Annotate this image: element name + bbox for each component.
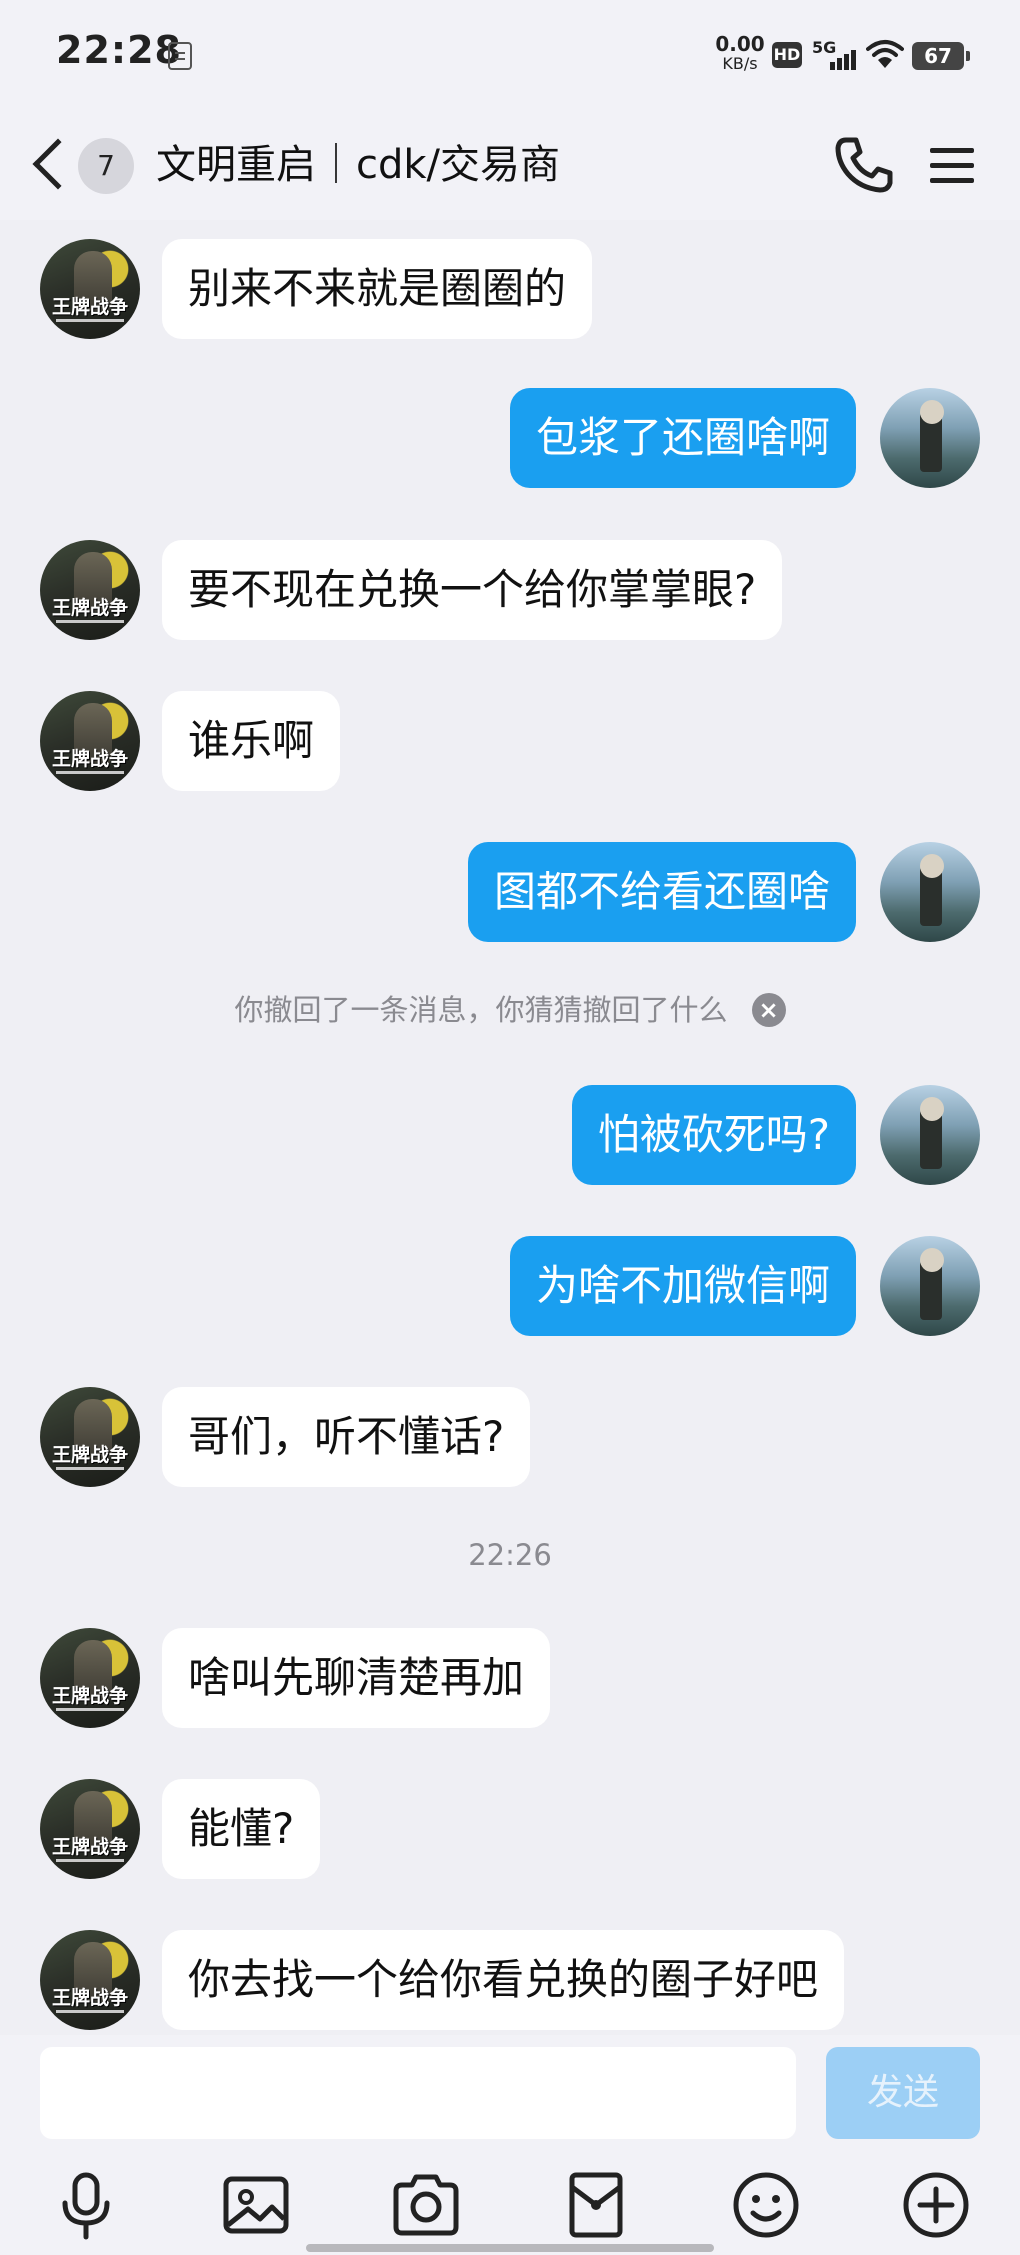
avatar[interactable]: 王牌战争 bbox=[40, 239, 140, 339]
message-input[interactable] bbox=[40, 2047, 796, 2139]
recall-notice-text: 你撤回了一条消息，你猜猜撤回了什么 bbox=[234, 993, 728, 1027]
emoji-icon[interactable] bbox=[726, 2165, 806, 2245]
message-composer: 发送 bbox=[0, 2035, 1020, 2255]
red-packet-icon[interactable] bbox=[556, 2165, 636, 2245]
avatar[interactable] bbox=[880, 1085, 980, 1185]
message-bubble[interactable]: 哥们，听不懂话? bbox=[162, 1387, 531, 1487]
avatar-game-logo: 王牌战争 bbox=[51, 597, 128, 619]
avatar[interactable] bbox=[880, 842, 980, 942]
message-bubble[interactable]: 你去找一个给你看兑换的圈子好吧 bbox=[162, 1930, 845, 2030]
home-indicator[interactable] bbox=[306, 2244, 714, 2252]
message-list[interactable]: 王牌战争 别来不来就是圈圈的 包浆了还圈啥啊 王牌战争 要不现在兑换一个给你掌掌… bbox=[0, 220, 1020, 2035]
status-time: 22:28 bbox=[56, 28, 182, 72]
recall-notice: 你撤回了一条消息，你猜猜撤回了什么 × bbox=[0, 985, 1020, 1035]
message-bubble[interactable]: 要不现在兑换一个给你掌掌眼? bbox=[162, 540, 783, 640]
avatar[interactable]: 王牌战争 bbox=[40, 540, 140, 640]
avatar[interactable]: 王牌战争 bbox=[40, 1628, 140, 1728]
close-icon[interactable]: × bbox=[751, 993, 786, 1027]
avatar[interactable] bbox=[880, 388, 980, 488]
plus-icon[interactable] bbox=[896, 2165, 976, 2245]
avatar-game-logo: 王牌战争 bbox=[51, 1987, 128, 2009]
avatar[interactable]: 王牌战争 bbox=[40, 1930, 140, 2030]
battery-icon: 67 bbox=[912, 42, 970, 70]
avatar-game-logo: 王牌战争 bbox=[51, 1444, 128, 1466]
message-outgoing: 图都不给看还圈啥 bbox=[0, 840, 1020, 944]
avatar[interactable]: 王牌战争 bbox=[40, 1779, 140, 1879]
hd-voice-icon: HD bbox=[772, 42, 802, 68]
message-outgoing: 为啥不加微信啊 bbox=[0, 1234, 1020, 1338]
message-timestamp: 22:26 bbox=[468, 1538, 552, 1572]
message-bubble[interactable]: 为啥不加微信啊 bbox=[509, 1236, 856, 1336]
message-bubble[interactable]: 能懂? bbox=[162, 1779, 321, 1879]
message-incoming: 王牌战争 要不现在兑换一个给你掌掌眼? bbox=[0, 538, 1020, 642]
message-bubble[interactable]: 啥叫先聊清楚再加 bbox=[162, 1628, 551, 1728]
composer-toolbar bbox=[0, 2165, 1020, 2245]
avatar-game-logo: 王牌战争 bbox=[51, 296, 128, 318]
call-button[interactable] bbox=[830, 132, 896, 198]
message-outgoing: 怕被砍死吗? bbox=[0, 1083, 1020, 1187]
message-bubble[interactable]: 图都不给看还圈啥 bbox=[467, 842, 856, 942]
avatar-game-logo: 王牌战争 bbox=[51, 1685, 128, 1707]
avatar-game-logo: 王牌战争 bbox=[51, 748, 128, 770]
cellular-type-label: 5G bbox=[812, 38, 837, 57]
notification-icon bbox=[168, 42, 192, 70]
avatar[interactable]: 王牌战争 bbox=[40, 691, 140, 791]
status-bar: 22:28 0.00 KB/s HD 5G 67 bbox=[0, 0, 1020, 110]
camera-icon[interactable] bbox=[386, 2165, 466, 2245]
avatar-game-logo: 王牌战争 bbox=[51, 1836, 128, 1858]
unread-count-badge: 7 bbox=[78, 138, 134, 194]
cellular-signal-icon: 5G bbox=[812, 38, 858, 72]
chat-header: 7 文明重启｜cdk/交易商 bbox=[0, 110, 1020, 220]
network-speed-unit: KB/s bbox=[722, 54, 758, 73]
image-icon[interactable] bbox=[216, 2165, 296, 2245]
phone-icon bbox=[835, 137, 893, 193]
microphone-icon[interactable] bbox=[46, 2165, 126, 2245]
message-bubble[interactable]: 怕被砍死吗? bbox=[571, 1085, 856, 1185]
chat-title: 文明重启｜cdk/交易商 bbox=[156, 142, 561, 188]
chevron-left-icon bbox=[32, 138, 84, 190]
more-menu-button[interactable] bbox=[918, 132, 984, 198]
network-speed: 0.00 KB/s bbox=[712, 34, 768, 74]
wifi-icon bbox=[866, 40, 904, 68]
network-speed-value: 0.00 bbox=[715, 32, 765, 56]
message-bubble[interactable]: 包浆了还圈啥啊 bbox=[509, 388, 856, 488]
message-incoming: 王牌战争 别来不来就是圈圈的 bbox=[0, 237, 1020, 341]
avatar[interactable] bbox=[880, 1236, 980, 1336]
message-incoming: 王牌战争 能懂? bbox=[0, 1777, 1020, 1881]
message-incoming: 王牌战争 啥叫先聊清楚再加 bbox=[0, 1626, 1020, 1730]
avatar[interactable]: 王牌战争 bbox=[40, 1387, 140, 1487]
back-button[interactable]: 7 bbox=[30, 132, 140, 198]
message-bubble[interactable]: 别来不来就是圈圈的 bbox=[162, 239, 593, 339]
message-incoming: 王牌战争 你去找一个给你看兑换的圈子好吧 bbox=[0, 1928, 1020, 2032]
send-button[interactable]: 发送 bbox=[826, 2047, 980, 2139]
message-incoming: 王牌战争 谁乐啊 bbox=[0, 689, 1020, 793]
message-bubble[interactable]: 谁乐啊 bbox=[162, 691, 341, 791]
message-outgoing: 包浆了还圈啥啊 bbox=[0, 386, 1020, 490]
message-incoming: 王牌战争 哥们，听不懂话? bbox=[0, 1385, 1020, 1489]
